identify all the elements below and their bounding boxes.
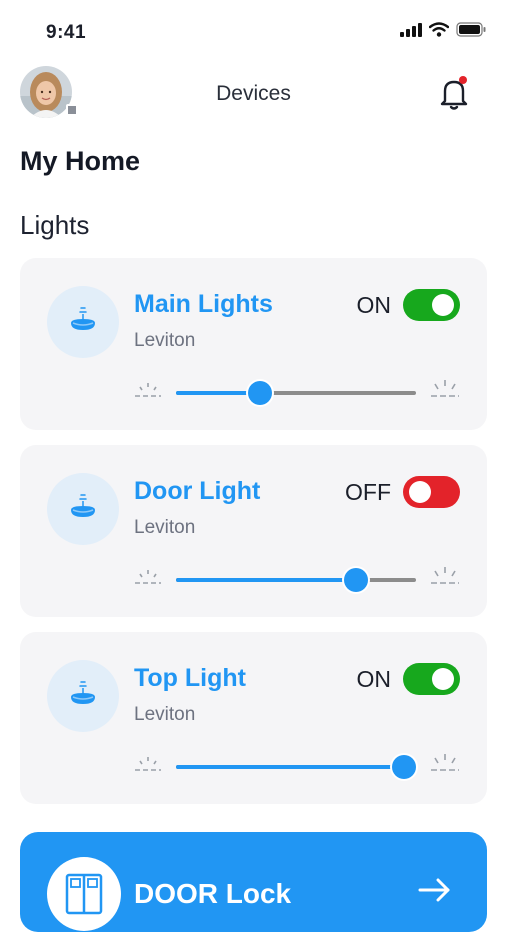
brightness-slider[interactable] bbox=[176, 755, 416, 779]
light-name: Top Light bbox=[134, 664, 246, 692]
lamp-icon bbox=[47, 473, 119, 545]
light-status-label: ON bbox=[356, 666, 392, 692]
toggle-knob bbox=[432, 294, 454, 316]
power-toggle[interactable] bbox=[403, 663, 460, 695]
status-icons bbox=[400, 22, 487, 37]
light-status-label: OFF bbox=[345, 479, 391, 505]
lamp-icon bbox=[47, 286, 119, 358]
slider-fill bbox=[176, 765, 404, 769]
brightness-slider[interactable] bbox=[176, 381, 416, 405]
slider-thumb[interactable] bbox=[392, 755, 416, 779]
brightness-high-icon bbox=[431, 380, 459, 397]
door-lock-card[interactable]: DOOR Lock bbox=[20, 832, 487, 932]
page-title: My Home bbox=[20, 146, 141, 176]
notification-bell-icon[interactable] bbox=[435, 74, 473, 112]
status-time: 9:41 bbox=[46, 22, 87, 43]
avatar-status-badge bbox=[66, 104, 78, 116]
status-bar: 9:41 bbox=[0, 0, 507, 60]
light-brand: Leviton bbox=[134, 517, 196, 538]
light-brand: Leviton bbox=[134, 330, 196, 351]
door-icon bbox=[47, 857, 121, 931]
light-name: Main Lights bbox=[134, 290, 273, 318]
slider-fill bbox=[176, 578, 356, 582]
toggle-knob bbox=[409, 481, 431, 503]
light-card[interactable]: Top Light Leviton ON bbox=[20, 632, 487, 804]
section-title-lights: Lights bbox=[20, 210, 90, 240]
power-toggle[interactable] bbox=[403, 289, 460, 321]
slider-thumb[interactable] bbox=[344, 568, 368, 592]
light-name: Door Light bbox=[134, 477, 261, 505]
brightness-slider[interactable] bbox=[176, 568, 416, 592]
brightness-low-icon bbox=[135, 757, 161, 771]
page-header-title: Devices bbox=[216, 82, 291, 105]
battery-icon bbox=[456, 22, 486, 37]
brightness-high-icon bbox=[431, 567, 459, 584]
slider-thumb[interactable] bbox=[248, 381, 272, 405]
brightness-high-icon bbox=[431, 754, 459, 771]
brightness-low-icon bbox=[135, 570, 161, 584]
power-toggle[interactable] bbox=[403, 476, 460, 508]
light-card[interactable]: Main Lights Leviton ON bbox=[20, 258, 487, 430]
light-card[interactable]: Door Light Leviton OFF bbox=[20, 445, 487, 617]
lamp-icon bbox=[47, 660, 119, 732]
brightness-low-icon bbox=[135, 383, 161, 397]
door-lock-title: DOOR Lock bbox=[134, 878, 292, 909]
light-brand: Leviton bbox=[134, 704, 196, 725]
light-status-label: ON bbox=[356, 292, 392, 318]
signal-icon bbox=[400, 22, 422, 37]
toggle-knob bbox=[432, 668, 454, 690]
notification-dot bbox=[459, 76, 467, 84]
wifi-icon bbox=[429, 22, 449, 37]
